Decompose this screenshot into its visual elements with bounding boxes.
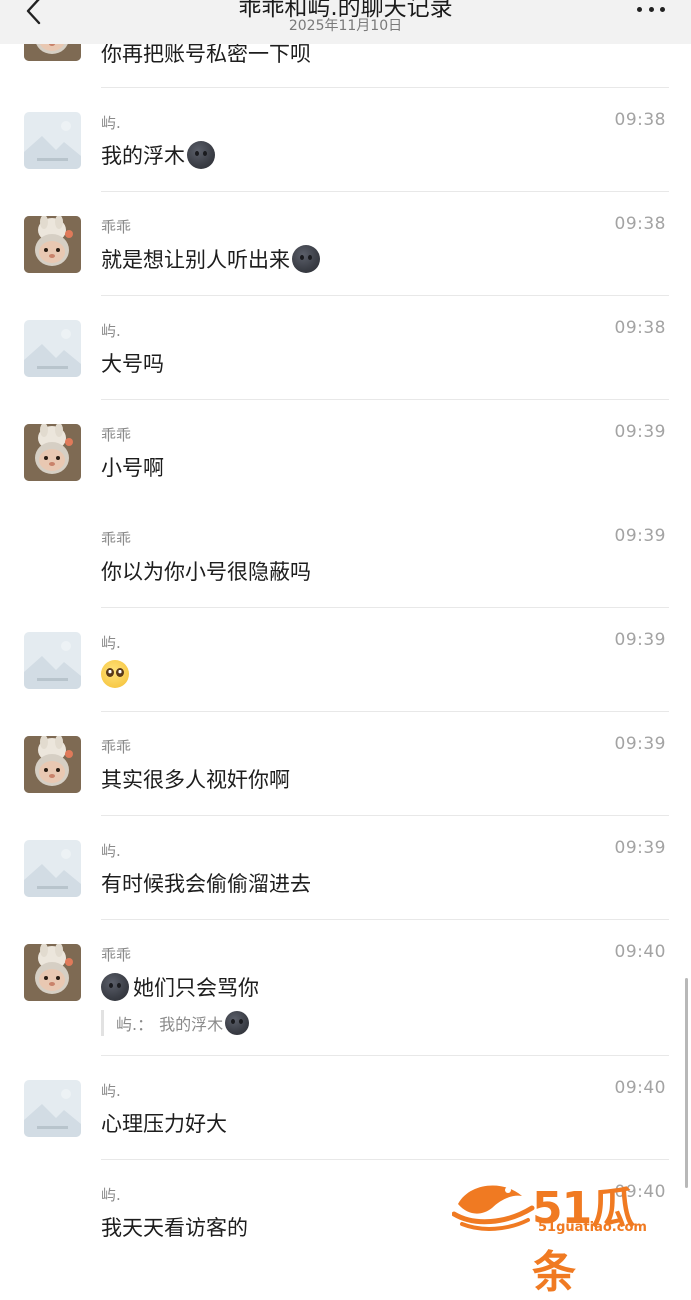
fish-logo-icon <box>452 1185 535 1231</box>
message-text: 有时候我会偷偷溜进去 <box>101 872 311 896</box>
scrollbar[interactable] <box>685 978 688 1188</box>
sender-name: 屿. <box>101 114 121 132</box>
message-text: 我天天看访客的 <box>101 1216 248 1240</box>
avatar[interactable] <box>24 736 81 793</box>
quote-text: 我的浮木 <box>159 1015 224 1034</box>
avatar[interactable] <box>24 632 81 689</box>
message-text: 我的浮木 <box>101 140 215 170</box>
sender-name: 乖乖 <box>101 738 132 756</box>
dark-face-icon <box>225 1011 250 1035</box>
message-item: 屿. 09:39 有时候我会偷偷溜进去 <box>0 816 691 920</box>
message-item: 屿. 09:40 心理压力好大 <box>0 1056 691 1160</box>
quote-author: 屿.： <box>116 1015 154 1034</box>
sender-name: 乖乖 <box>101 946 132 964</box>
dark-face-icon <box>187 141 215 169</box>
message-item: 屿. 09:38 大号吗 <box>0 296 691 400</box>
message-item: 乖乖 09:40 她们只会骂你 屿.： 我的浮木 <box>0 920 691 1056</box>
dark-face-icon <box>101 973 129 1001</box>
avatar[interactable] <box>24 944 81 1001</box>
chat-history-header: 乖乖和屿.的聊天记录 2025年11月10日 <box>0 0 691 44</box>
message-time: 09:38 <box>614 214 666 234</box>
message-item: 乖乖 09:38 就是想让别人听出来 <box>0 192 691 296</box>
message-time: 09:40 <box>614 1078 666 1098</box>
quoted-message[interactable]: 屿.： 我的浮木 <box>101 1010 250 1036</box>
pleading-face-icon <box>101 660 129 688</box>
message-item: 乖乖 09:39 其实很多人视奸你啊 <box>0 712 691 816</box>
message-time: 09:39 <box>614 526 666 546</box>
avatar[interactable] <box>24 216 81 273</box>
sender-name: 屿. <box>101 634 121 652</box>
message-time: 09:39 <box>614 630 666 650</box>
dark-face-icon <box>292 245 320 273</box>
avatar[interactable] <box>24 424 81 481</box>
watermark-url: 51guatiao.com <box>538 1220 647 1235</box>
message-text: 就是想让别人听出来 <box>101 244 320 274</box>
message-text: 她们只会骂你 <box>101 972 259 1002</box>
watermark-logo: 51瓜条 51guatiao.com <box>452 1172 672 1298</box>
message-time: 09:40 <box>614 942 666 962</box>
message-text: 小号啊 <box>101 456 164 480</box>
page-date: 2025年11月10日 <box>288 18 403 34</box>
message-text: 你以为你小号很隐蔽吗 <box>101 560 311 584</box>
message-time: 09:38 <box>614 318 666 338</box>
more-options-button[interactable] <box>637 2 665 16</box>
message-item: 屿. 09:38 我的浮木 <box>0 88 691 192</box>
message-time: 09:39 <box>614 734 666 754</box>
more-icon <box>637 6 642 12</box>
avatar[interactable] <box>24 320 81 377</box>
message-time: 09:39 <box>614 422 666 442</box>
sender-name: 乖乖 <box>101 530 132 548</box>
sender-name: 乖乖 <box>101 218 132 236</box>
sender-name: 屿. <box>101 1186 121 1204</box>
message-item: 乖乖 09:39 小号啊 <box>0 400 691 504</box>
message-text <box>101 660 129 688</box>
watermark-brand: 51瓜条 <box>532 1183 635 1298</box>
message-text: 心理压力好大 <box>101 1112 227 1136</box>
message-text: 大号吗 <box>101 352 164 376</box>
message-time: 09:39 <box>614 838 666 858</box>
message-item: 乖乖 09:39 你以为你小号很隐蔽吗 <box>0 504 691 608</box>
message-time: 09:38 <box>614 110 666 130</box>
sender-name: 屿. <box>101 322 121 340</box>
avatar[interactable] <box>24 1080 81 1137</box>
sender-name: 屿. <box>101 842 121 860</box>
sender-name: 乖乖 <box>101 426 132 444</box>
message-text: 其实很多人视奸你啊 <box>101 768 290 792</box>
sender-name: 屿. <box>101 1082 121 1100</box>
message-item: 屿. 09:39 <box>0 608 691 712</box>
avatar[interactable] <box>24 112 81 169</box>
avatar[interactable] <box>24 840 81 897</box>
